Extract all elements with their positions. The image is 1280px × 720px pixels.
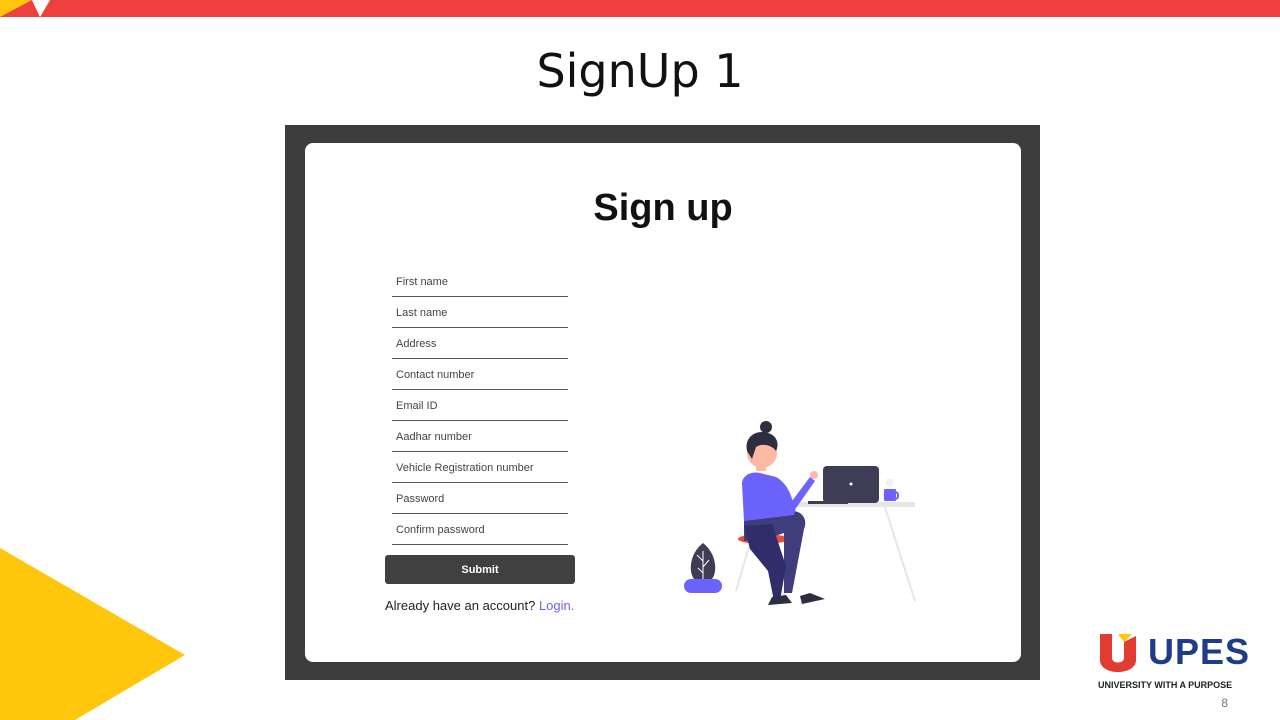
signup-heading: Sign up (593, 187, 733, 229)
last-name-field[interactable] (392, 298, 568, 328)
first-name-field[interactable] (392, 267, 568, 297)
signup-card: Sign up Submit Already have an account? … (305, 143, 1021, 662)
upes-logo: UPES UNIVERSITY WITH A PURPOSE (1098, 632, 1252, 692)
vehicle-registration-field[interactable] (392, 453, 568, 483)
submit-button[interactable]: Submit (385, 555, 575, 584)
signup-form (392, 267, 568, 546)
bottom-left-yellow-triangle (0, 548, 185, 720)
contact-number-field[interactable] (392, 360, 568, 390)
email-field[interactable] (392, 391, 568, 421)
laptop-icon (808, 466, 879, 504)
address-field[interactable] (392, 329, 568, 359)
slide-title: SignUp 1 (536, 44, 744, 98)
person-icon (742, 421, 825, 605)
screenshot-frame: Sign up Submit Already have an account? … (285, 125, 1040, 680)
top-red-bar (0, 0, 1280, 17)
upes-emblem-icon (1100, 634, 1136, 672)
plant-icon (684, 543, 722, 593)
confirm-password-field[interactable] (392, 515, 568, 545)
logo-text: UPES (1148, 631, 1251, 672)
page-number: 8 (1221, 696, 1228, 710)
mug-icon (884, 479, 900, 501)
aadhar-number-field[interactable] (392, 422, 568, 452)
logo-tagline: UNIVERSITY WITH A PURPOSE (1098, 680, 1233, 690)
login-prompt-line: Already have an account? Login. (385, 598, 574, 613)
person-at-desk-illustration (684, 421, 916, 605)
password-field[interactable] (392, 484, 568, 514)
login-link[interactable]: Login. (539, 598, 574, 613)
login-prompt-text: Already have an account? (385, 598, 536, 613)
